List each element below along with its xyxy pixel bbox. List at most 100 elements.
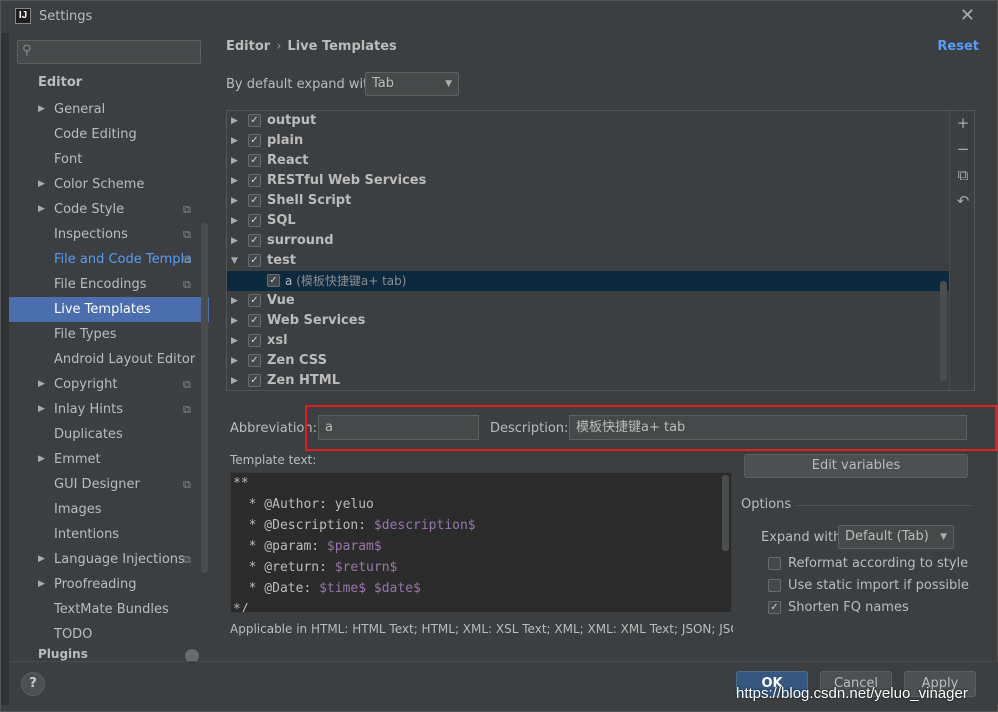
reformat-checkbox[interactable] — [768, 557, 781, 570]
template-group-checkbox[interactable]: ✓ — [248, 234, 261, 247]
template-group-checkbox[interactable]: ✓ — [248, 194, 261, 207]
project-scope-icon: ⧉ — [183, 278, 191, 291]
chevron-right-icon[interactable]: ▶ — [231, 151, 238, 171]
sidebar-scrollbar[interactable] — [201, 223, 208, 573]
template-group-vue[interactable]: ▶ ✓ Vue — [227, 291, 949, 311]
template-group-checkbox[interactable]: ✓ — [248, 174, 261, 187]
expand-with-select[interactable]: Default (Tab) ▼ — [838, 525, 954, 549]
sidebar-item-copyright[interactable]: ▶ Copyright ⧉ — [9, 372, 209, 397]
help-button[interactable]: ? — [21, 672, 45, 696]
template-group-checkbox[interactable]: ✓ — [248, 214, 261, 227]
sidebar-item-live-templates[interactable]: Live Templates — [9, 297, 209, 322]
sidebar-item-proofreading[interactable]: ▶ Proofreading — [9, 572, 209, 597]
template-group-shell-script[interactable]: ▶ ✓ Shell Script — [227, 191, 949, 211]
sidebar-item-intentions[interactable]: Intentions — [9, 522, 209, 547]
chevron-right-icon[interactable]: ▶ — [231, 231, 238, 251]
template-group-checkbox[interactable]: ✓ — [248, 294, 261, 307]
chevron-right-icon[interactable]: ▶ — [38, 197, 45, 222]
template-group-react[interactable]: ▶ ✓ React — [227, 151, 949, 171]
chevron-right-icon[interactable]: ▶ — [231, 171, 238, 191]
chevron-right-icon[interactable]: ▶ — [231, 131, 238, 151]
sidebar-item-gui-designer[interactable]: GUI Designer ⧉ — [9, 472, 209, 497]
sidebar-item-todo[interactable]: TODO — [9, 622, 209, 647]
sidebar-item-general[interactable]: ▶ General — [9, 97, 209, 122]
close-icon[interactable]: ✕ — [960, 5, 975, 26]
template-group-checkbox[interactable]: ✓ — [248, 114, 261, 127]
template-group-checkbox[interactable]: ✓ — [248, 334, 261, 347]
sidebar-item-images[interactable]: Images — [9, 497, 209, 522]
template-group-web-services[interactable]: ▶ ✓ Web Services — [227, 311, 949, 331]
template-item-checkbox[interactable]: ✓ — [267, 274, 280, 287]
sidebar-item-inspections[interactable]: Inspections ⧉ — [9, 222, 209, 247]
search-input[interactable]: ⚲ — [17, 40, 201, 64]
shorten-fq-checkbox[interactable]: ✓ — [768, 601, 781, 614]
chevron-right-icon[interactable]: ▶ — [231, 211, 238, 231]
chevron-right-icon[interactable]: ▶ — [38, 572, 45, 597]
chevron-right-icon[interactable]: ▶ — [231, 111, 238, 131]
sidebar-item-android-layout-editor[interactable]: Android Layout Editor — [9, 347, 209, 372]
sidebar-item-font[interactable]: Font — [9, 147, 209, 172]
chevron-down-icon[interactable]: ▼ — [231, 251, 238, 271]
sidebar-item-file-and-code-templa[interactable]: File and Code Templa ⧉ — [9, 247, 209, 272]
template-variable: $time$ — [319, 581, 367, 596]
sidebar-item-code-editing[interactable]: Code Editing — [9, 122, 209, 147]
sidebar-item-color-scheme[interactable]: ▶ Color Scheme — [9, 172, 209, 197]
chevron-right-icon[interactable]: ▶ — [38, 97, 45, 122]
expand-with-value: Default (Tab) — [845, 529, 929, 544]
template-text-editor[interactable]: ** * @Author: yeluo * @Description: $des… — [230, 472, 732, 613]
default-expand-select[interactable]: Tab ▼ — [365, 72, 459, 96]
template-group-xsl[interactable]: ▶ ✓ xsl — [227, 331, 949, 351]
template-group-surround[interactable]: ▶ ✓ surround — [227, 231, 949, 251]
template-group-checkbox[interactable]: ✓ — [248, 154, 261, 167]
template-group-test[interactable]: ▼ ✓ test — [227, 251, 949, 271]
template-group-plain[interactable]: ▶ ✓ plain — [227, 131, 949, 151]
sidebar-item-file-types[interactable]: File Types — [9, 322, 209, 347]
template-variable: $param$ — [326, 539, 382, 554]
chevron-right-icon[interactable]: ▶ — [231, 371, 238, 391]
template-item[interactable]: ✓ a (模板快捷键a+ tab) — [227, 271, 949, 291]
template-group-checkbox[interactable]: ✓ — [248, 314, 261, 327]
template-group-checkbox[interactable]: ✓ — [248, 374, 261, 387]
template-group-zen-css[interactable]: ▶ ✓ Zen CSS — [227, 351, 949, 371]
reset-link[interactable]: Reset — [937, 39, 979, 54]
chevron-right-icon[interactable]: ▶ — [231, 351, 238, 371]
chevron-down-icon: ▼ — [445, 79, 452, 89]
applicable-contexts[interactable]: Applicable in HTML: HTML Text; HTML; XML… — [230, 622, 733, 636]
restore-icon[interactable]: ↶ — [955, 193, 971, 209]
chevron-right-icon[interactable]: ▶ — [231, 311, 238, 331]
template-group-output[interactable]: ▶ ✓ output — [227, 111, 949, 131]
chevron-right-icon[interactable]: ▶ — [38, 447, 45, 472]
sidebar-item-plugins[interactable]: Plugins — [38, 647, 88, 661]
templates-scrollbar[interactable] — [940, 281, 947, 381]
chevron-right-icon[interactable]: ▶ — [38, 372, 45, 397]
template-group-checkbox[interactable]: ✓ — [248, 134, 261, 147]
editor-scrollbar[interactable] — [722, 475, 729, 551]
chevron-right-icon[interactable]: ▶ — [231, 291, 238, 311]
sidebar-item-textmate-bundles[interactable]: TextMate Bundles — [9, 597, 209, 622]
project-scope-icon: ⧉ — [183, 478, 191, 491]
sidebar-item-label: Font — [54, 152, 83, 167]
sidebar-item-code-style[interactable]: ▶ Code Style ⧉ — [9, 197, 209, 222]
chevron-right-icon[interactable]: ▶ — [231, 331, 238, 351]
sidebar-section-editor[interactable]: Editor — [38, 75, 82, 90]
sidebar-item-file-encodings[interactable]: File Encodings ⧉ — [9, 272, 209, 297]
code-text: * @Description: — [233, 518, 374, 533]
sidebar-item-inlay-hints[interactable]: ▶ Inlay Hints ⧉ — [9, 397, 209, 422]
chevron-right-icon[interactable]: ▶ — [38, 397, 45, 422]
sidebar-item-emmet[interactable]: ▶ Emmet — [9, 447, 209, 472]
static-import-checkbox[interactable] — [768, 579, 781, 592]
sidebar-item-duplicates[interactable]: Duplicates — [9, 422, 209, 447]
chevron-right-icon[interactable]: ▶ — [38, 172, 45, 197]
chevron-right-icon[interactable]: ▶ — [38, 547, 45, 572]
template-group-checkbox[interactable]: ✓ — [248, 354, 261, 367]
edit-variables-button[interactable]: Edit variables — [744, 454, 968, 478]
template-group-sql[interactable]: ▶ ✓ SQL — [227, 211, 949, 231]
template-group-restful-web-services[interactable]: ▶ ✓ RESTful Web Services — [227, 171, 949, 191]
template-group-zen-html[interactable]: ▶ ✓ Zen HTML — [227, 371, 949, 391]
copy-icon[interactable]: ⧉ — [955, 167, 971, 183]
template-group-checkbox[interactable]: ✓ — [248, 254, 261, 267]
remove-icon[interactable]: − — [955, 141, 971, 157]
sidebar-item-language-injections[interactable]: ▶ Language Injections ⧉ — [9, 547, 209, 572]
add-icon[interactable]: + — [955, 115, 971, 131]
chevron-right-icon[interactable]: ▶ — [231, 191, 238, 211]
